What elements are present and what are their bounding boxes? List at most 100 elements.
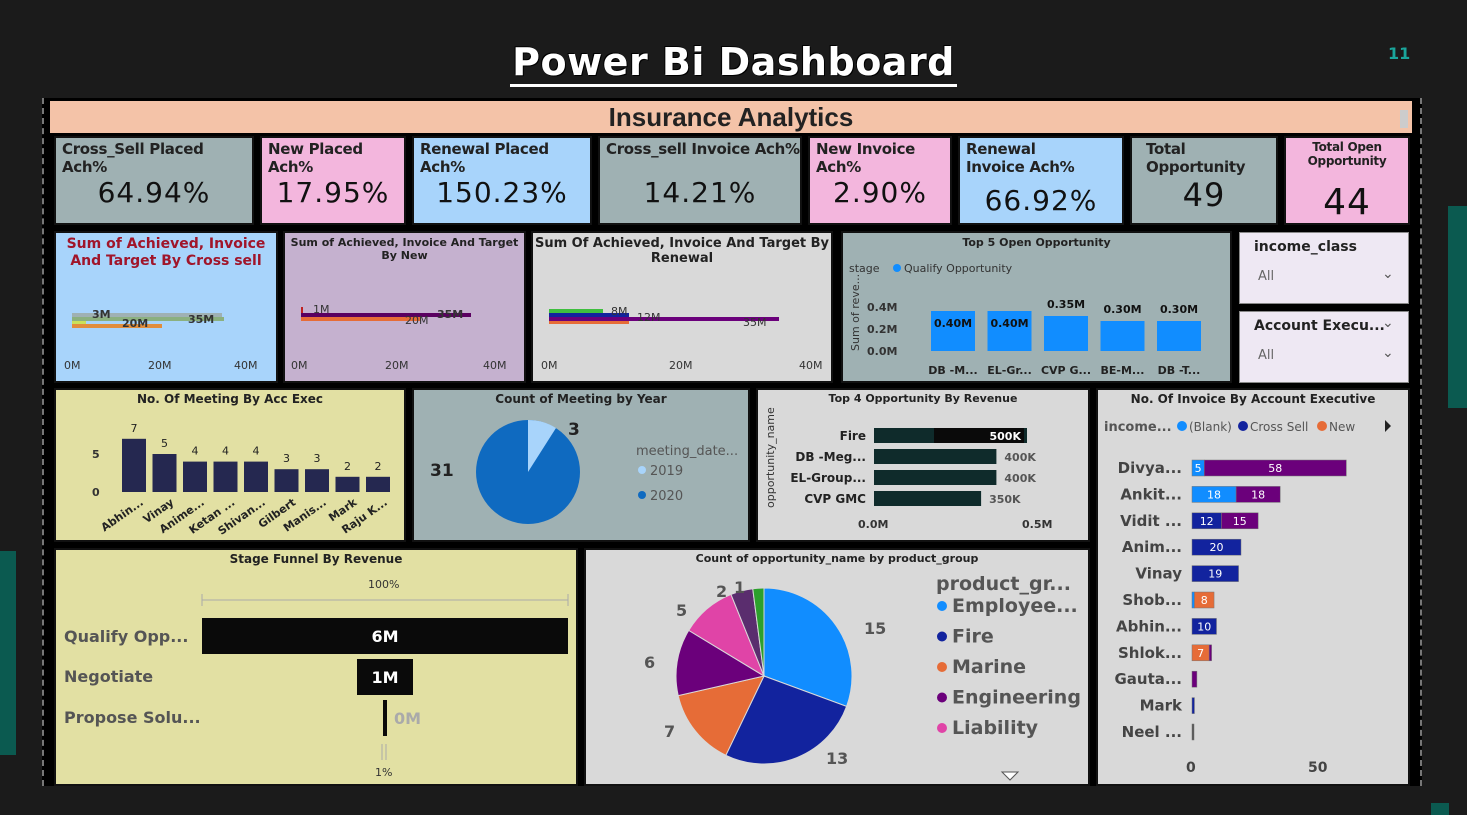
slicer-value[interactable]: All <box>1258 348 1274 363</box>
bar[interactable] <box>335 476 360 492</box>
kpi-card-renewal-placed[interactable]: Renewal Placed Ach% 150.23% <box>412 136 592 225</box>
legend-item[interactable]: (Blank) <box>1189 420 1232 434</box>
bar-achieved[interactable] <box>72 321 86 324</box>
funnel-bar-propose[interactable] <box>383 700 387 736</box>
pie-label: 15 <box>864 619 886 638</box>
legend-item[interactable]: 2019 <box>650 464 683 479</box>
y-tick: 0.2M <box>867 323 897 336</box>
chart-meetings-by-year[interactable]: Count of Meeting by Year 3 31 meeting_da… <box>412 388 750 542</box>
legend-item[interactable]: 2020 <box>650 489 683 504</box>
y-tick: Neel ... <box>1122 723 1182 741</box>
kpi-card-new-invoice[interactable]: New Invoice Ach% 2.90% <box>808 136 952 225</box>
legend-item[interactable]: Employee... <box>952 595 1078 617</box>
kpi-card-cross-sell-invoice[interactable]: Cross_sell Invoice Ach% 14.21% <box>598 136 802 225</box>
bar-data-label: 18 <box>1207 488 1221 501</box>
chevron-down-icon[interactable]: ⌄ <box>1382 265 1394 282</box>
chart-renewal[interactable]: Sum Of Achieved, Invoice And Target By R… <box>531 231 833 383</box>
legend-item[interactable]: Liability <box>952 717 1039 739</box>
kpi-value: 17.95% <box>276 176 390 209</box>
kpi-label: Cross_sell Invoice Ach% <box>606 140 800 158</box>
bar-data-label: 3 <box>283 452 290 465</box>
bar-data-label: 400K <box>1004 451 1036 464</box>
bar-achieved[interactable] <box>549 309 603 313</box>
bar[interactable] <box>183 461 207 492</box>
bar-segment[interactable] <box>1191 723 1195 741</box>
bar[interactable] <box>244 461 268 492</box>
legend-item: Qualify Opportunity <box>904 262 1013 275</box>
legend-next-icon[interactable] <box>1385 420 1391 432</box>
bar-data-label: 58 <box>1268 462 1282 475</box>
kpi-label: New Invoice Ach% <box>816 140 916 176</box>
bar-data-label: 0.40M <box>990 317 1028 330</box>
chart-cross-sell[interactable]: Sum of Achieved, Invoice And Target By C… <box>54 231 278 383</box>
bar[interactable] <box>366 476 390 492</box>
funnel-bar-label: 6M <box>371 627 398 646</box>
kpi-card-total-open-opportunity[interactable]: Total Open Opportunity 44 <box>1284 136 1410 225</box>
bar[interactable] <box>874 470 997 485</box>
bar-label: 35M <box>743 316 767 329</box>
legend-item[interactable]: Engineering <box>952 687 1081 709</box>
chart-top4-opportunity[interactable]: Top 4 Opportunity By Revenue opportunity… <box>756 388 1090 542</box>
bar[interactable] <box>1157 321 1201 351</box>
slicer-income-class[interactable]: income_class All ⌄ <box>1239 232 1409 304</box>
slicer-label: Account Execu... <box>1254 318 1385 334</box>
bar-data-label: 3 <box>314 452 321 465</box>
bar-invoice-2[interactable] <box>549 321 629 324</box>
slicer-account-executive[interactable]: Account Execu... ⌄ All ⌄ <box>1239 311 1409 383</box>
chart-top5-open-opportunity[interactable]: Top 5 Open Opportunity stage Qualify Opp… <box>841 231 1232 383</box>
bar[interactable] <box>152 454 177 492</box>
bar-segment[interactable] <box>1191 591 1195 609</box>
slicer-label: income_class <box>1254 239 1357 255</box>
pie-label: 5 <box>676 601 687 620</box>
bar[interactable] <box>305 469 329 492</box>
chevron-down-icon[interactable]: ⌄ <box>1382 314 1394 331</box>
bar-label: 12M <box>637 311 661 324</box>
bar[interactable] <box>1044 316 1088 351</box>
kpi-card-total-opportunity[interactable]: Total Opportunity 49 <box>1130 136 1278 225</box>
chart-stage-funnel[interactable]: Stage Funnel By Revenue 100% Qualify Opp… <box>54 548 578 786</box>
x-tick: DB -T... <box>1158 364 1201 377</box>
bar-segment[interactable] <box>1191 670 1198 688</box>
funnel-stage-label: Negotiate <box>64 667 153 686</box>
pie-label: 1 <box>734 578 745 597</box>
legend-item[interactable]: Cross Sell <box>1250 420 1308 434</box>
bar-segment[interactable] <box>1191 697 1195 714</box>
axis-tick: 0M <box>291 359 308 372</box>
bar[interactable] <box>1100 321 1145 351</box>
bar[interactable] <box>213 461 238 492</box>
bar-data-label: 2 <box>344 460 351 473</box>
bar-achieved-2[interactable] <box>72 324 162 328</box>
chevron-down-icon[interactable] <box>1000 771 1020 781</box>
legend-dot <box>937 723 947 733</box>
legend-item[interactable]: Marine <box>952 656 1026 678</box>
kpi-card-renewal-invoice[interactable]: Renewal Invoice Ach% 66.92% <box>958 136 1124 225</box>
axis-tick: 0M <box>64 359 81 372</box>
bar-segment[interactable] <box>1208 644 1212 662</box>
slide-title: Power Bi Dashboard <box>0 40 1467 87</box>
chart-product-group[interactable]: Count of opportunity_name by product_gro… <box>584 548 1090 786</box>
chart-meetings-by-exec[interactable]: No. Of Meeting By Acc Exec 5 0 7 Abhin...… <box>54 388 406 542</box>
kpi-card-new-placed[interactable]: New Placed Ach% 17.95% <box>260 136 406 225</box>
bar[interactable] <box>122 438 146 492</box>
bar-data-label: 19 <box>1208 568 1222 581</box>
bar-invoice[interactable] <box>301 317 421 321</box>
kpi-value: 49 <box>1182 176 1226 214</box>
scrollbar[interactable] <box>1400 110 1408 128</box>
pie-label: 6 <box>644 653 655 672</box>
bar-label: 20M <box>122 317 148 330</box>
bar[interactable] <box>274 469 299 492</box>
slicer-value[interactable]: All <box>1258 269 1274 284</box>
chart-new[interactable]: Sum of Achieved, Invoice And Target By N… <box>283 231 526 383</box>
bar[interactable] <box>874 491 982 506</box>
chevron-down-icon[interactable]: ⌄ <box>1382 344 1394 361</box>
chart-invoice-by-exec[interactable]: No. Of Invoice By Account Executive inco… <box>1096 388 1410 786</box>
legend-item[interactable]: New <box>1329 420 1355 434</box>
bar-data-label: 2 <box>375 460 382 473</box>
kpi-card-cross-sell-placed[interactable]: Cross_Sell Placed Ach% 64.94% <box>54 136 254 225</box>
bar[interactable] <box>874 449 997 464</box>
y-tick: Abhin... <box>1116 617 1182 635</box>
y-axis-title: Sum of reve... <box>849 274 862 351</box>
y-axis-title: opportunity_name <box>764 407 777 508</box>
bar-data-label: 500K <box>990 430 1022 443</box>
legend-item[interactable]: Fire <box>952 626 994 648</box>
